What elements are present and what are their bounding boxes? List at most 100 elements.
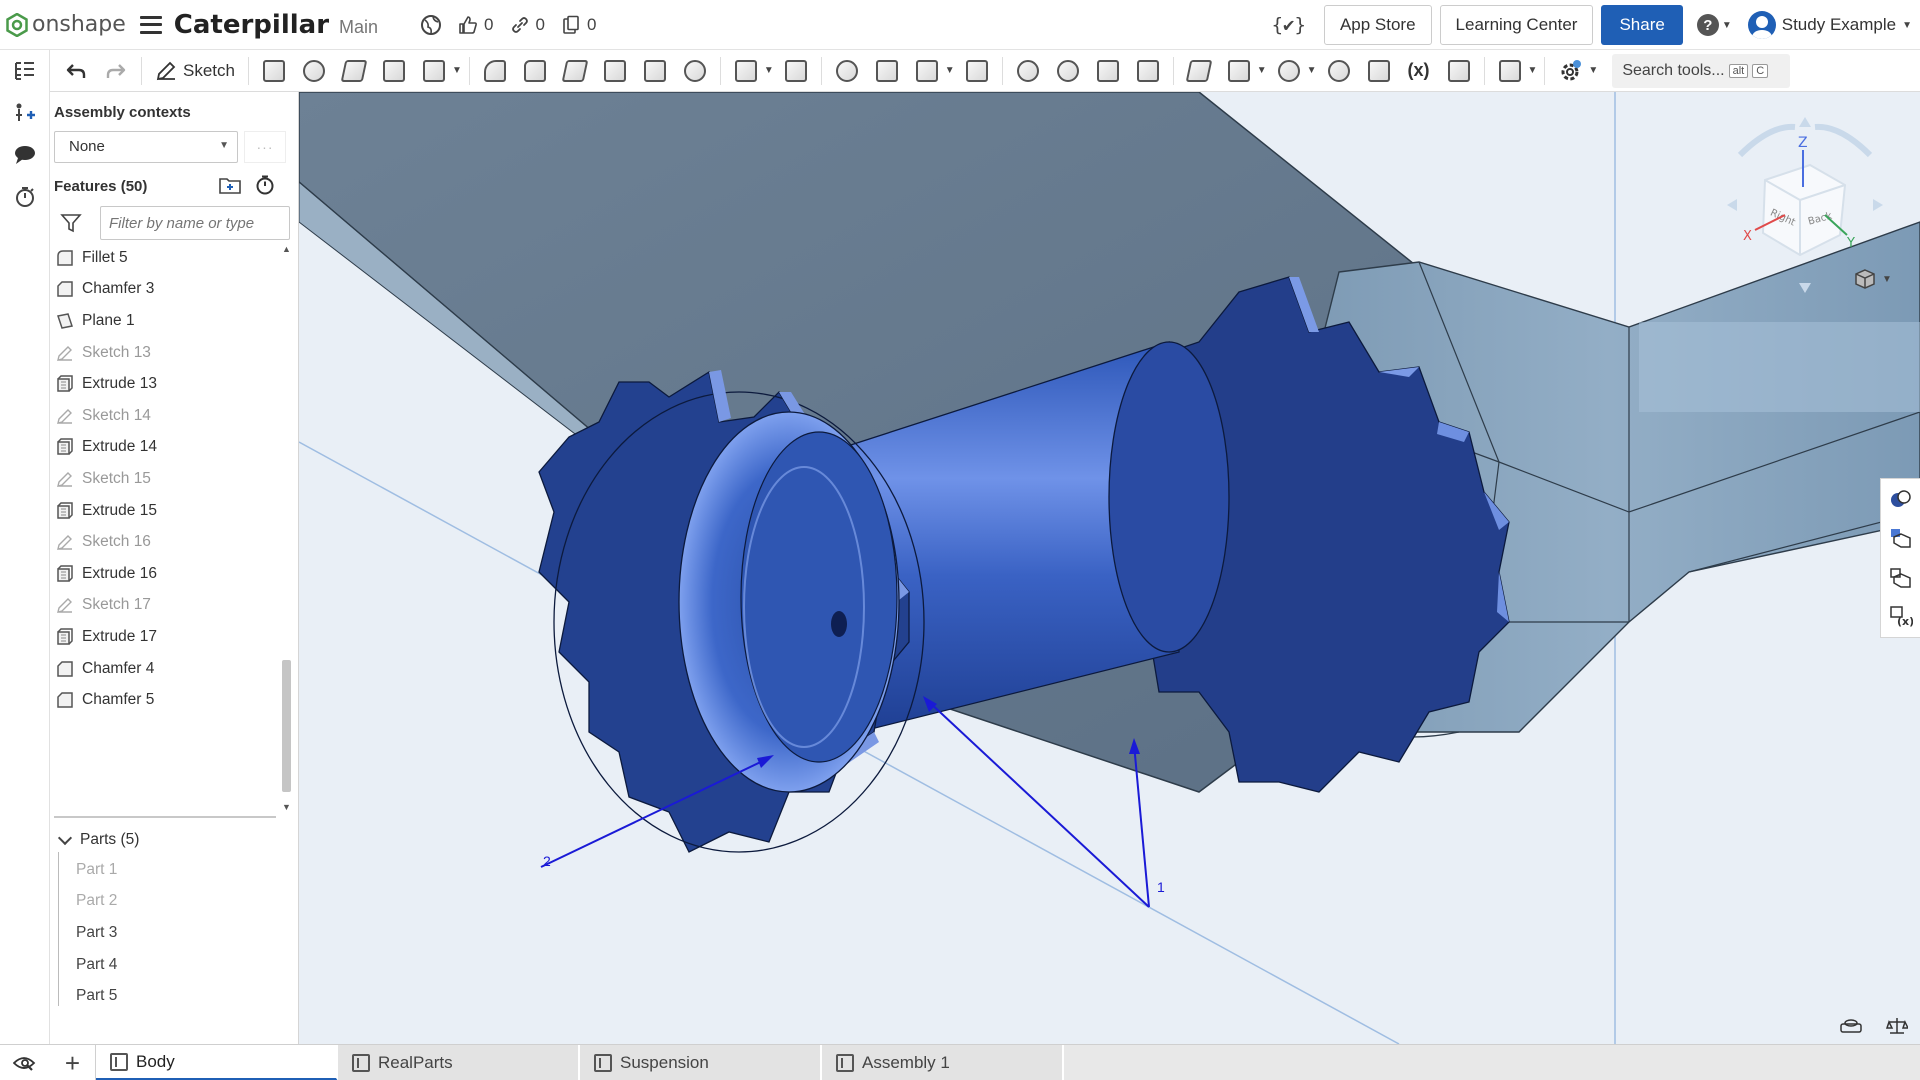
configurations-panel-button[interactable] — [1881, 519, 1920, 559]
undo-button[interactable] — [59, 54, 93, 88]
fillet-button[interactable] — [478, 54, 512, 88]
filter-icon[interactable] — [60, 212, 82, 234]
tab-manager-button[interactable] — [0, 1045, 50, 1080]
shell-button[interactable] — [638, 54, 672, 88]
scale-icon[interactable] — [1886, 1016, 1908, 1036]
variable-button[interactable]: (x) — [1402, 54, 1436, 88]
insert-mate-toggle[interactable] — [0, 92, 50, 134]
help-menu[interactable]: ? ▼ — [1696, 14, 1732, 36]
rollback-bar[interactable] — [54, 816, 276, 818]
sketch-button[interactable]: Sketch — [147, 60, 243, 82]
feature-list-scrollbar[interactable]: ▲ ▼ — [280, 244, 292, 812]
variable-studio-icon[interactable]: {✔} — [1272, 14, 1306, 36]
tab-realparts[interactable]: RealParts — [338, 1045, 580, 1080]
feature-item[interactable]: Extrude 13 — [54, 368, 282, 400]
custom-features-button[interactable] — [1553, 54, 1587, 88]
feature-item[interactable]: Plane 1 — [54, 305, 282, 337]
derived-button[interactable] — [1442, 54, 1476, 88]
rib-button[interactable] — [598, 54, 632, 88]
document-title[interactable]: Caterpillar — [174, 10, 329, 40]
scroll-up-icon[interactable]: ▲ — [282, 244, 291, 254]
copy-counter[interactable]: 0 — [561, 15, 596, 35]
feature-item[interactable]: Fillet 5 — [54, 242, 282, 274]
mate-connector-button[interactable] — [1222, 54, 1256, 88]
extrude-button[interactable] — [257, 54, 291, 88]
user-menu[interactable]: Study Example ▼ — [1747, 11, 1912, 39]
replace-face-button[interactable] — [1131, 54, 1165, 88]
search-tools-input[interactable]: Search tools... alt C — [1612, 53, 1791, 88]
graphics-viewport[interactable]: 2 1 — [299, 92, 1920, 1044]
assembly-context-select[interactable]: None ▼ — [54, 131, 238, 163]
onshape-logo[interactable]: onshape — [6, 12, 126, 37]
chevron-down-icon[interactable]: ▼ — [1257, 65, 1267, 76]
helix-button[interactable] — [1272, 54, 1306, 88]
scroll-down-icon[interactable]: ▼ — [282, 802, 291, 812]
scrollbar-thumb[interactable] — [282, 660, 291, 792]
mirror-button[interactable] — [779, 54, 813, 88]
part-item[interactable]: Part 5 — [58, 980, 278, 1012]
transform-button[interactable] — [910, 54, 944, 88]
feature-item[interactable]: Sketch 17 — [54, 590, 282, 622]
like-counter[interactable]: 0 — [458, 15, 494, 35]
hole-button[interactable] — [678, 54, 712, 88]
feature-item[interactable]: Extrude 17 — [54, 621, 282, 653]
pattern-button[interactable] — [729, 54, 763, 88]
mass-properties-panel-button[interactable] — [1881, 558, 1920, 598]
rotate-down-icon[interactable] — [1799, 283, 1811, 293]
import-button[interactable] — [1362, 54, 1396, 88]
comments-toggle[interactable] — [0, 134, 50, 176]
add-tab-button[interactable]: + — [50, 1045, 96, 1080]
feature-item[interactable]: Chamfer 4 — [54, 653, 282, 685]
globe-icon[interactable] — [420, 14, 442, 36]
feature-item[interactable]: Sketch 16 — [54, 526, 282, 558]
delete-face-button[interactable] — [1051, 54, 1085, 88]
filter-input[interactable] — [100, 206, 290, 240]
tab-assembly-1[interactable]: Assembly 1 — [822, 1045, 1064, 1080]
chevron-down-icon[interactable]: ▼ — [1528, 65, 1538, 76]
add-folder-icon[interactable] — [218, 175, 242, 195]
loft-button[interactable] — [377, 54, 411, 88]
chevron-down-icon[interactable]: ▼ — [452, 65, 462, 76]
app-store-button[interactable]: App Store — [1323, 5, 1432, 45]
thicken-button[interactable] — [417, 54, 451, 88]
modify-fillet-button[interactable] — [1011, 54, 1045, 88]
variables-panel-button[interactable]: (x) — [1881, 598, 1920, 638]
chamfer-button[interactable] — [518, 54, 552, 88]
redo-button[interactable] — [99, 54, 133, 88]
rotate-right-icon[interactable] — [1873, 199, 1883, 211]
feature-list-toggle[interactable] — [0, 50, 50, 92]
branch-label[interactable]: Main — [339, 17, 378, 38]
chevron-down-icon[interactable]: ▼ — [1307, 65, 1317, 76]
stopwatch-icon[interactable] — [254, 174, 276, 196]
boolean-button[interactable] — [830, 54, 864, 88]
tab-suspension[interactable]: Suspension — [580, 1045, 822, 1080]
revolve-button[interactable] — [297, 54, 331, 88]
sweep-button[interactable] — [337, 54, 371, 88]
part-item[interactable]: Part 3 — [58, 917, 278, 949]
model-canvas[interactable]: 2 1 — [299, 92, 1920, 1044]
draft-button[interactable] — [558, 54, 592, 88]
menu-icon[interactable] — [139, 15, 162, 34]
delete-part-button[interactable] — [960, 54, 994, 88]
share-button[interactable]: Share — [1601, 5, 1683, 45]
appearance-panel-button[interactable] — [1881, 479, 1920, 519]
move-face-button[interactable] — [1091, 54, 1125, 88]
render-mode-menu[interactable]: ▼ — [1854, 268, 1892, 290]
more-options-icon[interactable]: ··· — [244, 131, 286, 163]
chevron-down-icon[interactable]: ▼ — [945, 65, 955, 76]
chevron-down-icon[interactable]: ▼ — [764, 65, 774, 76]
rotate-up-icon[interactable] — [1799, 117, 1811, 127]
measure-button[interactable] — [1322, 54, 1356, 88]
sheet-metal-button[interactable] — [1493, 54, 1527, 88]
feature-item[interactable]: Sketch 13 — [54, 337, 282, 369]
feature-item[interactable]: Extrude 16 — [54, 558, 282, 590]
plane-button[interactable] — [1182, 54, 1216, 88]
units-icon[interactable] — [1840, 1016, 1862, 1034]
tab-body[interactable]: Body — [96, 1045, 338, 1080]
learning-center-button[interactable]: Learning Center — [1439, 5, 1594, 45]
feature-item[interactable]: Chamfer 3 — [54, 274, 282, 306]
feature-item[interactable]: Extrude 15 — [54, 495, 282, 527]
split-button[interactable] — [870, 54, 904, 88]
feature-item[interactable]: Sketch 15 — [54, 463, 282, 495]
feature-item[interactable]: Extrude 14 — [54, 432, 282, 464]
